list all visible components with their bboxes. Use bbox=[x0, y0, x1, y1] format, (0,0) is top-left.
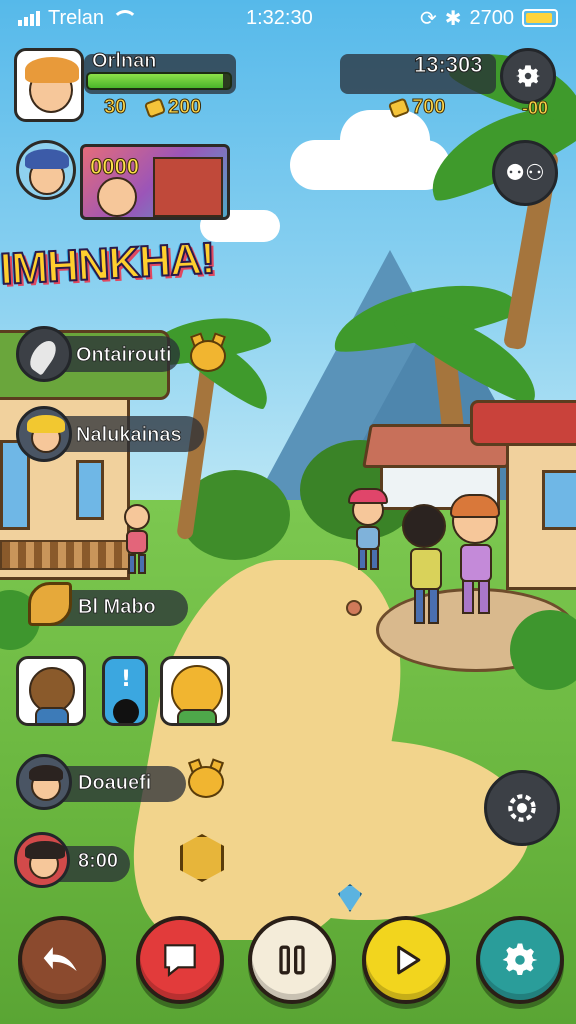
level-value: 30 bbox=[103, 96, 127, 119]
friend-avatar[interactable] bbox=[16, 140, 76, 200]
coin-value: 200 bbox=[167, 96, 202, 119]
health-bar bbox=[86, 72, 232, 90]
coin-stat: 200 bbox=[143, 96, 202, 119]
status-bar: Trelan 1:32:30 ⟳ ✱ 2700 bbox=[0, 0, 576, 36]
coin-icon bbox=[143, 96, 167, 119]
villager-boy[interactable] bbox=[446, 494, 506, 620]
signal-icon bbox=[18, 10, 40, 26]
orb-icon bbox=[113, 699, 139, 723]
chat-icon bbox=[164, 944, 196, 977]
menu-label-1: Ontairouti bbox=[76, 344, 172, 367]
house-roof bbox=[470, 400, 576, 446]
leaf-icon bbox=[28, 582, 72, 626]
gear-icon bbox=[508, 794, 536, 822]
chat-button[interactable] bbox=[136, 916, 224, 1004]
villager-icon bbox=[16, 754, 72, 810]
lion-card[interactable] bbox=[160, 656, 230, 726]
banner-character bbox=[97, 177, 137, 217]
back-arrow-icon bbox=[43, 947, 77, 971]
status-time: 1:32:30 bbox=[246, 6, 313, 29]
back-button[interactable] bbox=[18, 916, 106, 1004]
pause-button[interactable] bbox=[248, 916, 336, 1004]
player-avatar[interactable] bbox=[14, 48, 84, 122]
player-name: Orlnan bbox=[91, 50, 157, 73]
gamepad-icon: ⚉⚇ bbox=[505, 160, 545, 186]
exclaim-icon: ! bbox=[121, 667, 132, 692]
settings-counter: -00 bbox=[522, 98, 549, 119]
wifi-icon bbox=[111, 10, 138, 26]
menu-label-2: Nalukainas bbox=[76, 424, 182, 447]
window bbox=[542, 470, 576, 530]
girl-icon bbox=[14, 832, 70, 888]
bear-card[interactable] bbox=[16, 656, 86, 726]
villager-kid[interactable] bbox=[346, 488, 392, 574]
carrier-name: Trelan bbox=[48, 6, 104, 29]
cat-icon bbox=[186, 758, 226, 800]
fence bbox=[0, 540, 130, 570]
bluetooth-icon: ✱ bbox=[444, 7, 462, 30]
battery-icon bbox=[522, 9, 558, 27]
gold-stat: 700 bbox=[387, 96, 446, 119]
menu-label-4: Doauefi bbox=[78, 772, 152, 795]
options-button[interactable] bbox=[476, 916, 564, 1004]
pause-icon bbox=[279, 945, 305, 975]
menu-label-5: 8:00 bbox=[78, 850, 119, 873]
cat-icon bbox=[188, 332, 228, 374]
gold-value: 700 bbox=[411, 96, 446, 119]
level-stat: 30 bbox=[103, 96, 127, 119]
play-icon bbox=[397, 945, 421, 975]
banner-house bbox=[153, 157, 223, 217]
map-button[interactable] bbox=[484, 770, 560, 846]
villager-kid[interactable] bbox=[118, 500, 158, 580]
gear-icon bbox=[516, 65, 540, 87]
alarm-icon: ⟳ bbox=[419, 7, 437, 30]
menu-label-3: Bl Mabo bbox=[78, 596, 157, 619]
window bbox=[76, 460, 104, 520]
item-card[interactable]: ! bbox=[102, 656, 148, 726]
controller-button[interactable]: ⚉⚇ bbox=[492, 140, 558, 206]
battery-percent: 2700 bbox=[469, 6, 515, 29]
dirt-path bbox=[200, 740, 530, 920]
cloud bbox=[340, 110, 430, 170]
banner-value: 0000 bbox=[90, 154, 140, 180]
feather-icon bbox=[16, 326, 72, 382]
play-button[interactable] bbox=[362, 916, 450, 1004]
gear-icon bbox=[502, 943, 538, 976]
settings-button[interactable] bbox=[500, 48, 556, 104]
game-clock: 13:303 bbox=[414, 52, 484, 78]
knight-icon bbox=[16, 406, 72, 462]
flower bbox=[346, 600, 362, 616]
gold-icon bbox=[387, 96, 411, 119]
